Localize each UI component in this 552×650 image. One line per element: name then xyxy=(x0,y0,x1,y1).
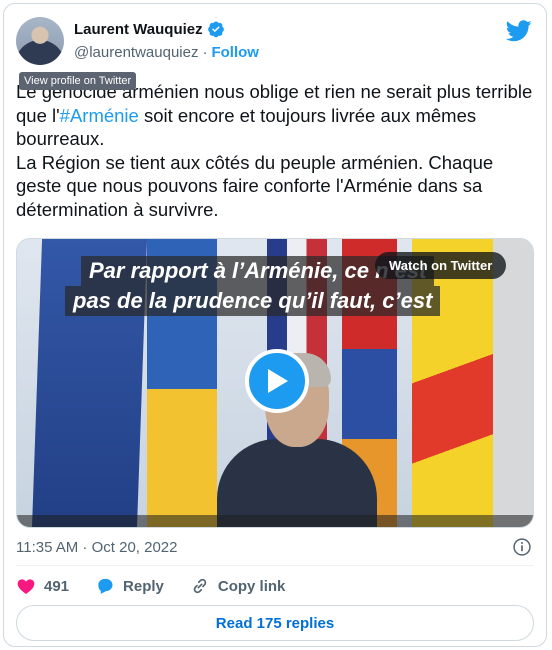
reply-button[interactable]: Reply xyxy=(95,576,164,596)
like-count: 491 xyxy=(44,577,70,595)
author-name-row[interactable]: Laurent Wauquiez xyxy=(74,20,225,38)
watch-on-twitter-button[interactable]: Watch on Twitter xyxy=(375,252,507,279)
flag-armenia-blue xyxy=(342,349,397,439)
author-name[interactable]: Laurent Wauquiez xyxy=(74,21,203,38)
video-caption-line2: pas de la prudence qu’il faut, c’est xyxy=(65,286,441,316)
author-handle[interactable]: @laurentwauquiez xyxy=(74,44,198,61)
follow-button[interactable]: Follow xyxy=(211,44,259,61)
video-lower-strip xyxy=(17,515,533,527)
tweet-timestamp[interactable]: 11:35 AM · Oct 20, 2022 xyxy=(16,539,177,556)
like-button[interactable]: 491 xyxy=(16,576,69,596)
tweet-card: Laurent Wauquiez @laurentwauquiez · Foll… xyxy=(3,3,547,647)
copy-link-label: Copy link xyxy=(217,577,286,595)
copy-link-button[interactable]: Copy link xyxy=(190,576,286,596)
info-icon[interactable] xyxy=(512,537,532,557)
tweet-text: Le génocide arménien nous oblige et rien… xyxy=(16,80,536,221)
avatar[interactable] xyxy=(16,17,64,65)
background-wall xyxy=(493,239,533,527)
video-player[interactable]: Par rapport à l’Arménie, ce n’est pas de… xyxy=(16,238,534,528)
heart-icon xyxy=(17,579,35,594)
verified-icon xyxy=(207,21,224,38)
profile-tooltip: View profile on Twitter xyxy=(19,72,137,90)
handle-row: @laurentwauquiez · Follow xyxy=(74,44,259,61)
play-icon xyxy=(268,369,288,393)
action-bar: 491 Reply Copy link xyxy=(16,576,311,596)
link-icon xyxy=(193,578,207,594)
reply-icon xyxy=(98,578,113,594)
flag-ukraine-bottom xyxy=(147,389,217,527)
play-button[interactable] xyxy=(245,349,309,413)
twitter-logo-icon[interactable] xyxy=(506,20,532,42)
separator: · xyxy=(202,44,208,61)
reply-label: Reply xyxy=(123,577,164,595)
read-replies-button[interactable]: Read 175 replies xyxy=(16,605,534,641)
hashtag-link[interactable]: #Arménie xyxy=(60,105,139,126)
divider xyxy=(16,565,534,566)
